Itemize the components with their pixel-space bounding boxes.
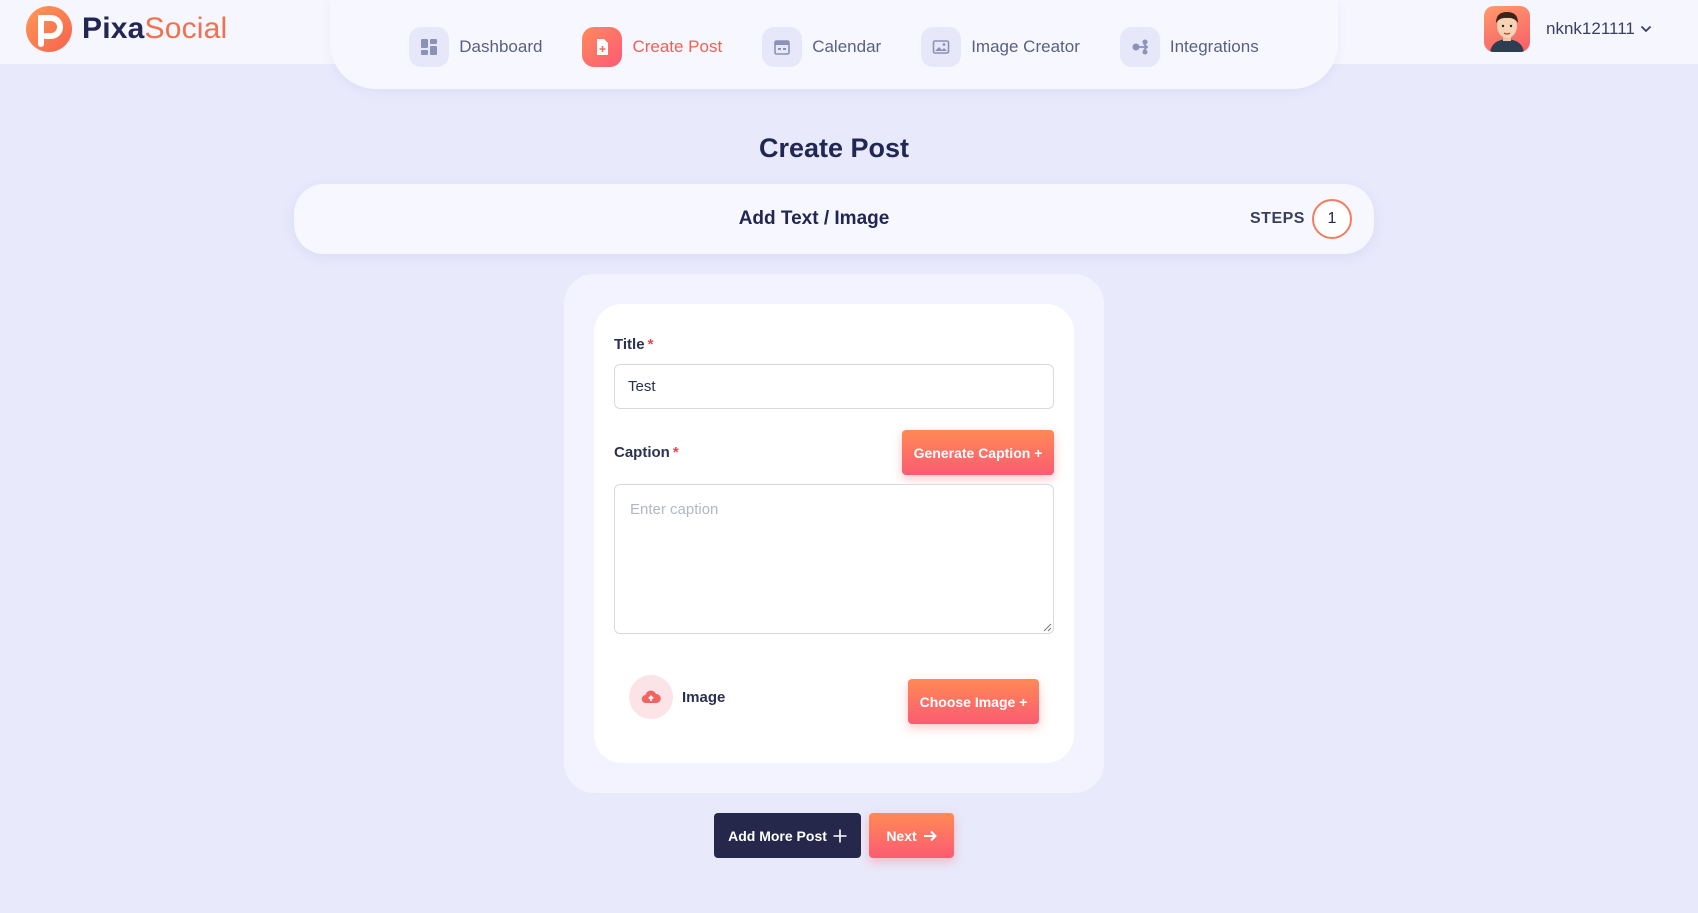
integrations-icon	[1119, 26, 1160, 67]
username: nknk121111	[1546, 19, 1635, 38]
avatar	[1484, 6, 1530, 52]
brand-logo[interactable]: PixaSocial	[24, 4, 227, 54]
choose-image-button[interactable]: Choose Image +	[908, 679, 1039, 724]
image-icon	[921, 26, 962, 67]
create-post-icon	[582, 26, 623, 67]
user-menu[interactable]: nknk121111	[1484, 6, 1652, 52]
nav-label-integrations: Integrations	[1169, 36, 1259, 56]
nav-label-dashboard: Dashboard	[459, 36, 543, 56]
nav-item-image-creator[interactable]: Image Creator	[921, 26, 1080, 67]
steps-title: Add Text / Image	[738, 208, 890, 229]
cloud-upload-icon	[641, 690, 661, 704]
nav-label-create-post: Create Post	[632, 36, 723, 56]
step-indicator: 1	[1312, 199, 1352, 239]
logo-icon	[26, 6, 72, 52]
add-more-post-button[interactable]: Add More Post	[714, 813, 861, 858]
next-button[interactable]: Next	[869, 813, 954, 858]
arrow-right-icon	[923, 830, 937, 841]
main-nav: Dashboard Create Post Calendar Image Cre…	[330, 0, 1338, 89]
nav-item-create-post[interactable]: Create Post	[582, 26, 723, 67]
caption-textarea[interactable]	[614, 484, 1054, 634]
resize-grip-icon[interactable]	[1043, 623, 1052, 632]
image-upload-button[interactable]	[629, 675, 673, 719]
chevron-down-icon	[1640, 25, 1651, 33]
nav-label-image-creator: Image Creator	[971, 36, 1080, 56]
add-more-post-label: Add More Post	[728, 827, 827, 844]
brand-name: PixaSocial	[82, 12, 228, 45]
required-mark: *	[672, 444, 679, 461]
plus-icon	[833, 829, 847, 842]
dashboard-icon	[409, 26, 450, 67]
steps-label: STEPS	[1250, 210, 1305, 227]
required-mark: *	[647, 336, 654, 353]
next-label: Next	[886, 827, 917, 844]
nav-item-dashboard[interactable]: Dashboard	[409, 26, 543, 67]
title-label: Title *	[614, 336, 654, 353]
generate-caption-button[interactable]: Generate Caption +	[902, 430, 1054, 475]
nav-item-integrations[interactable]: Integrations	[1119, 26, 1259, 67]
nav-label-calendar: Calendar	[812, 36, 882, 56]
title-input[interactable]	[614, 364, 1054, 409]
calendar-icon	[762, 26, 803, 67]
nav-item-calendar[interactable]: Calendar	[762, 26, 882, 67]
page-title: Create Post	[758, 133, 910, 163]
image-label: Image	[682, 689, 726, 706]
steps-bar: Add Text / Image STEPS 1	[294, 184, 1374, 254]
caption-label: Caption *	[614, 444, 679, 461]
